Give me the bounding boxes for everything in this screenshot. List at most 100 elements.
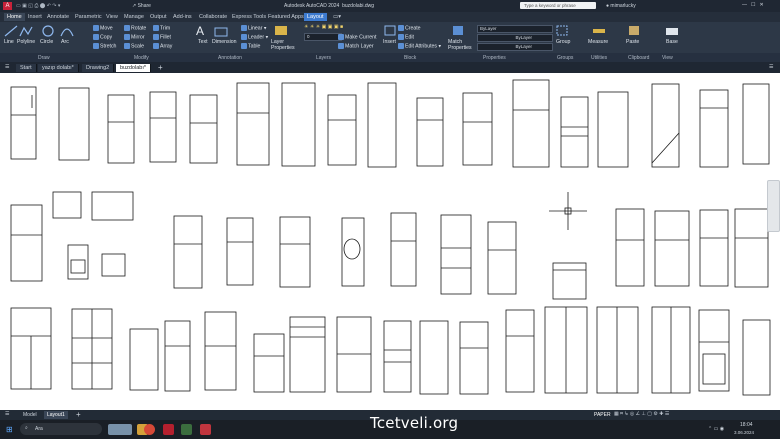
lineweight-dropdown[interactable]: ByLayer — [477, 43, 553, 51]
circle-icon — [42, 25, 54, 37]
layout-tab-layout1[interactable]: Layout1 — [44, 411, 68, 419]
stretch-tool[interactable]: Stretch — [93, 43, 116, 49]
base-tool[interactable] — [665, 25, 679, 38]
trim-tool[interactable]: Trim — [153, 25, 170, 31]
add-layout-button[interactable]: + — [76, 410, 81, 419]
measure-tool[interactable] — [592, 25, 606, 38]
circle-tool[interactable] — [41, 25, 55, 39]
drawing-canvas[interactable] — [0, 73, 780, 410]
arc-label: Arc — [61, 39, 69, 45]
panel-label-annotation[interactable]: Annotation — [218, 55, 242, 61]
table-tool[interactable]: Table — [241, 43, 260, 49]
user-icon: ● — [606, 3, 610, 9]
taskbar-app2-icon[interactable] — [200, 424, 211, 435]
group-tool[interactable] — [556, 25, 568, 38]
tab-more[interactable]: ▭▾ — [330, 13, 344, 21]
layer-dropdown[interactable]: 0 — [304, 33, 342, 41]
watermark-text: Tcetveli.org — [370, 414, 459, 432]
system-tray-icons[interactable]: ⌃ ▭ ◉ — [708, 426, 724, 432]
menu-icon[interactable]: ☰ — [5, 64, 9, 70]
scale-tool[interactable]: Scale — [124, 43, 144, 49]
tab-output[interactable]: Output — [147, 13, 170, 21]
doc-tab-dolap[interactable]: yazıp dolabı* — [38, 64, 79, 72]
user-account[interactable]: ● mimarlucky — [606, 3, 636, 9]
layer-properties-tool[interactable] — [274, 25, 288, 38]
tab-manage[interactable]: Manage — [121, 13, 147, 21]
tab-layout[interactable]: Layout — [304, 13, 327, 21]
array-icon — [153, 43, 159, 49]
base-label: Base — [666, 39, 678, 45]
tab-home[interactable]: Home — [4, 13, 25, 21]
layout-tab-model[interactable]: Model — [23, 412, 37, 418]
fillet-tool[interactable]: Fillet — [153, 34, 171, 40]
taskbar-autocad-icon[interactable] — [163, 424, 174, 435]
panel-label-layers[interactable]: Layers — [316, 55, 331, 61]
tab-annotate[interactable]: Annotate — [44, 13, 72, 21]
match-properties-tool[interactable] — [452, 25, 464, 38]
edit-block-tool[interactable]: Edit — [398, 34, 414, 40]
tab-insert[interactable]: Insert — [25, 13, 45, 21]
tab-express-tools[interactable]: Express Tools — [229, 13, 269, 21]
window-title: Autodesk AutoCAD 2024 buzdolabi.dwg — [284, 3, 375, 9]
tab-featured-apps[interactable]: Featured Apps — [265, 13, 307, 21]
paste-label: Paste — [626, 39, 640, 45]
share-button[interactable]: ↗ Share — [132, 3, 151, 9]
taskbar-search[interactable]: ⌕ Ara — [20, 423, 102, 435]
circle-label: Circle — [40, 39, 54, 45]
linear-tool[interactable]: Linear ▾ — [241, 25, 266, 31]
tab-list-button[interactable]: ☰ — [769, 64, 773, 70]
window-controls[interactable]: —☐✕ — [742, 2, 768, 8]
tab-collaborate[interactable]: Collaborate — [196, 13, 230, 21]
qat-icons[interactable]: ▭ ▣ ◱ ⎙ ⬤ ↶ ↷ ▾ — [16, 3, 60, 9]
panel-label-draw[interactable]: Draw — [38, 55, 50, 61]
measure-label: Measure — [588, 39, 609, 45]
windows-start-icon[interactable]: ⊞ — [6, 425, 13, 434]
panel-label-view[interactable]: View — [662, 55, 673, 61]
rotate-tool[interactable]: Rotate — [124, 25, 146, 31]
panel-label-modify[interactable]: Modify — [134, 55, 149, 61]
app-logo[interactable]: A — [3, 2, 12, 10]
copy-tool[interactable]: Copy — [93, 34, 112, 40]
line-tool[interactable] — [4, 25, 18, 39]
paste-tool[interactable] — [628, 25, 640, 38]
panel-label-groups[interactable]: Groups — [557, 55, 573, 61]
array-tool[interactable]: Array — [153, 43, 172, 49]
paper-space-toggle[interactable]: PAPER — [594, 412, 611, 418]
insert-block-tool[interactable] — [384, 25, 396, 38]
leader-tool[interactable]: Leader ▾ — [241, 34, 268, 40]
panel-label-utilities[interactable]: Utilities — [591, 55, 607, 61]
doc-tab-drawing2[interactable]: Drawing2 — [82, 64, 115, 72]
search-input[interactable]: Type a keyword or phrase — [520, 2, 596, 9]
panel-label-properties[interactable]: Properties — [483, 55, 506, 61]
ribbon-tab-bar: Home Insert Annotate Parametric View Man… — [0, 12, 780, 22]
doc-tab-start[interactable]: Start — [16, 64, 37, 72]
mirror-tool[interactable]: Mirror — [124, 34, 145, 40]
navigation-bar[interactable] — [767, 180, 780, 232]
status-bar-icons[interactable]: ▦ ⌗ ↳ ◎ ∠ ⊥ ▢ ⚙ ✚ ☰ — [614, 411, 669, 417]
layout-menu-icon[interactable]: ☰ — [5, 411, 9, 417]
taskbar-photos-icon[interactable] — [108, 424, 132, 435]
create-block-tool[interactable]: Create — [398, 25, 421, 31]
edit-attributes-tool[interactable]: Edit Attributes ▾ — [398, 43, 441, 49]
dimension-tool[interactable] — [214, 26, 228, 39]
match-layer-tool[interactable]: Match Layer — [338, 43, 374, 49]
color-dropdown[interactable]: ByLayer — [477, 25, 553, 33]
tab-parametric[interactable]: Parametric — [72, 13, 105, 21]
make-current-tool[interactable]: Make Current — [338, 34, 376, 40]
panel-label-clipboard[interactable]: Clipboard — [628, 55, 649, 61]
tab-view[interactable]: View — [103, 13, 121, 21]
panel-label-block[interactable]: Block — [404, 55, 416, 61]
tab-addins[interactable]: Add-ins — [170, 13, 195, 21]
edit-block-icon — [398, 34, 404, 40]
polyline-icon — [19, 26, 33, 37]
taskbar-app-icon[interactable] — [181, 424, 192, 435]
arc-tool[interactable] — [60, 25, 74, 39]
new-tab-button[interactable]: + — [158, 63, 163, 72]
polyline-tool[interactable] — [19, 25, 33, 39]
layer-state-icons[interactable]: ☀ ☀ ☀ ▣ ▣ ▣ ■ — [304, 24, 343, 30]
linetype-dropdown[interactable]: ByLayer — [477, 34, 553, 42]
text-tool[interactable]: A — [196, 24, 204, 38]
taskbar-chrome-icon[interactable] — [144, 424, 155, 435]
doc-tab-buzdolabi[interactable]: buzdolabı* — [116, 64, 151, 72]
move-tool[interactable]: Move — [93, 25, 113, 31]
